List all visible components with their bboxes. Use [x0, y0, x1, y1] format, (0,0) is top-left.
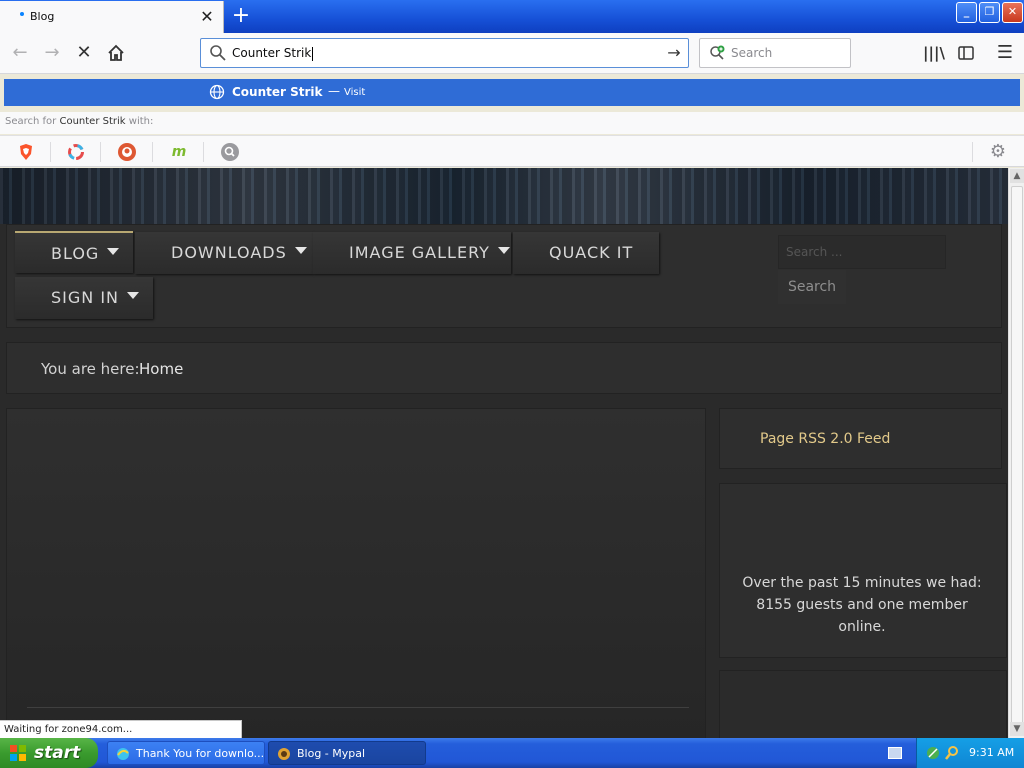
caret-down-icon [127, 292, 140, 299]
windows-flag-icon [10, 745, 26, 761]
minimize-button[interactable]: _ [956, 2, 977, 23]
suggestion-text: Counter Strik [232, 85, 323, 99]
menu-label: SIGN IN [51, 288, 120, 307]
search-for-suffix: with: [128, 116, 154, 127]
menu-item-blog[interactable]: BLOG [15, 231, 133, 273]
search-placeholder: Search [731, 46, 773, 60]
back-icon[interactable]: ← [6, 39, 34, 67]
browser-search-box[interactable]: Search [699, 38, 851, 68]
keyboard-icon[interactable] [888, 747, 902, 759]
whos-online-module: Over the past 15 minutes we had: 8155 gu… [719, 483, 1007, 658]
brave-engine-icon[interactable] [17, 143, 35, 161]
search-for-prefix: Search for [5, 116, 57, 127]
breadcrumb-home-link[interactable]: Home [139, 360, 183, 378]
sidebar-icon[interactable] [952, 39, 980, 67]
online-stats-text: Over the past 15 minutes we had: 8155 gu… [742, 575, 982, 635]
library-icon[interactable]: |||\ [920, 39, 948, 67]
menu-item-quack-it[interactable]: QUACK IT [513, 232, 659, 274]
taskbar-task-download[interactable]: Thank You for downlo... [107, 741, 265, 765]
system-tray: 9:31 AM [916, 738, 1024, 768]
breadcrumb: You are here: Home [6, 342, 1002, 394]
site-logo[interactable] [74, 168, 204, 187]
url-input[interactable]: Counter Strik [232, 46, 314, 61]
windows-taskbar: start Thank You for downlo... Blog - Myp… [0, 738, 1024, 768]
rss-feed-link[interactable]: Page RSS 2.0 Feed [760, 431, 890, 447]
url-suggestion-row[interactable]: Counter Strik — Visit [4, 79, 1020, 106]
go-arrow-icon[interactable]: → [664, 43, 684, 63]
main-content [6, 408, 706, 738]
search-icon [210, 45, 226, 61]
menu-icon[interactable]: ☰ [991, 39, 1019, 67]
site-banner [0, 168, 1008, 224]
sidebar-module [719, 670, 1007, 738]
scroll-up-icon[interactable]: ▲ [1010, 169, 1024, 183]
window-close-button[interactable]: ✕ [1002, 2, 1023, 23]
start-label: start [34, 743, 81, 763]
menu-label: QUACK IT [549, 243, 634, 262]
page-scrollbar[interactable]: ▲ ▼ [1008, 168, 1024, 738]
menu-label: DOWNLOADS [171, 243, 287, 262]
stop-icon[interactable]: ✕ [70, 39, 98, 67]
divider [27, 707, 689, 708]
tab-title: Blog [30, 10, 55, 23]
forward-icon[interactable]: → [38, 39, 66, 67]
restore-button[interactable]: ❐ [979, 2, 1000, 23]
browser-window: Blog ✕ + _ ❐ ✕ ← → ✕ Counter Strik → Sea… [0, 0, 1024, 768]
scrollbar-thumb[interactable] [1011, 186, 1023, 726]
search-settings-gear-icon[interactable]: ⚙ [989, 143, 1007, 161]
network-icon[interactable] [925, 745, 941, 761]
caret-down-icon [294, 247, 307, 254]
status-text: Waiting for zone94.com... [0, 720, 242, 738]
mojeek-engine-icon[interactable]: m [170, 143, 188, 161]
menu-item-sign-in[interactable]: SIGN IN [15, 277, 153, 319]
menu-item-downloads[interactable]: DOWNLOADS [135, 232, 313, 274]
caret-down-icon [497, 247, 510, 254]
start-button[interactable]: start [0, 738, 98, 768]
loading-dot-icon [20, 12, 24, 16]
taskbar-task-mypal[interactable]: Blog - Mypal [268, 741, 426, 765]
qwant-engine-icon[interactable] [67, 143, 85, 161]
menu-label: BLOG [51, 244, 100, 263]
menu-item-image-gallery[interactable]: IMAGE GALLERY [313, 232, 511, 274]
new-tab-icon[interactable]: + [229, 3, 253, 29]
web-page: BLOG DOWNLOADS IMAGE GALLERY QUACK IT SI… [0, 168, 1008, 738]
suggestion-dash: — [328, 84, 340, 98]
rss-module: Page RSS 2.0 Feed [719, 408, 1002, 469]
suggestion-visit: Visit [344, 87, 366, 98]
mypal-icon [278, 748, 290, 760]
one-off-search-engines: m ⚙ [0, 135, 1024, 167]
menu-label: IMAGE GALLERY [349, 243, 490, 262]
search-engine-icon[interactable] [221, 143, 239, 161]
home-icon[interactable] [102, 39, 130, 67]
globe-icon [209, 84, 225, 100]
tab-blog[interactable]: Blog ✕ [0, 1, 224, 33]
site-navigation: BLOG DOWNLOADS IMAGE GALLERY QUACK IT SI… [6, 224, 1002, 328]
task-label: Blog - Mypal [297, 747, 366, 760]
task-label: Thank You for downlo... [136, 747, 265, 760]
add-search-icon [710, 45, 725, 60]
search-with-label: Search for Counter Strik with: [0, 112, 1024, 134]
scroll-down-icon[interactable]: ▼ [1010, 722, 1024, 736]
caret-down-icon [107, 248, 120, 255]
breadcrumb-label: You are here: [41, 360, 140, 378]
tab-bar: Blog ✕ + _ ❐ ✕ [0, 0, 1024, 33]
url-bar[interactable]: Counter Strik → [200, 38, 689, 68]
site-search-input[interactable]: Search ... [778, 235, 946, 269]
tab-close-icon[interactable]: ✕ [198, 7, 216, 27]
navigation-toolbar: ← → ✕ Counter Strik → Search |||\ ☰ [0, 33, 1024, 74]
ie-icon [117, 748, 129, 760]
clock: 9:31 AM [969, 746, 1015, 759]
search-for-query: Counter Strik [59, 116, 126, 127]
site-search-button[interactable]: Search [778, 270, 846, 304]
duckduckgo-engine-icon[interactable] [118, 143, 136, 161]
search-tray-icon[interactable] [944, 745, 960, 761]
